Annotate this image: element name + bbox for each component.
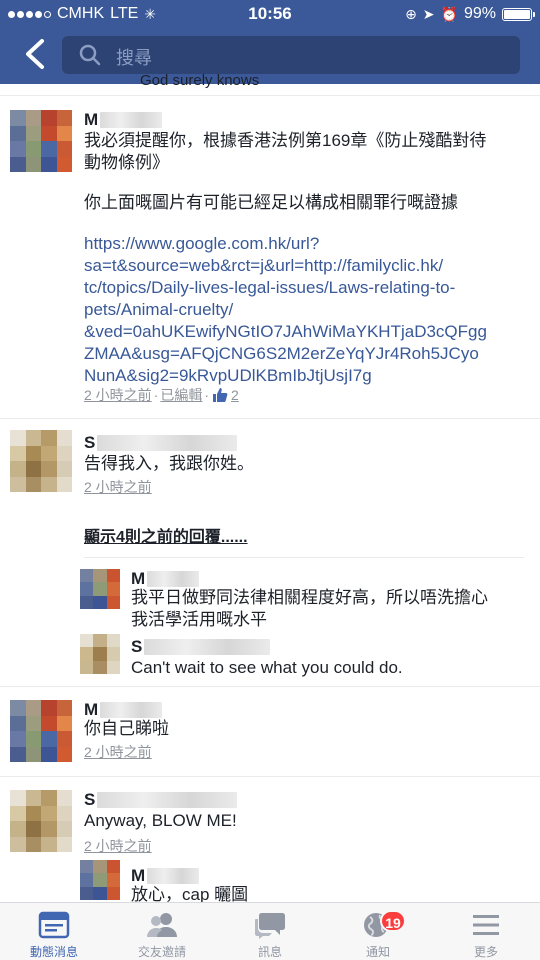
comment-meta: 2 小時之前 <box>84 477 152 497</box>
tab-news-feed[interactable]: 動態消息 <box>0 903 108 960</box>
tab-label: 動態消息 <box>29 945 78 959</box>
timestamp[interactable]: 2 小時之前 <box>84 477 152 497</box>
search-placeholder: 搜尋 <box>116 48 152 68</box>
comment-text: 你自己睇啦 <box>84 719 169 738</box>
back-chevron-icon[interactable] <box>22 38 48 70</box>
menu-icon <box>473 915 499 935</box>
comment-text: 你上面嘅圖片有可能已經足以構成相關罪行嘅證據 <box>84 193 458 212</box>
news-feed-icon <box>38 911 70 939</box>
commenter-name[interactable]: M <box>84 110 163 130</box>
comment-meta: 2 小時之前 <box>84 836 152 856</box>
tab-label: 訊息 <box>257 945 282 959</box>
tab-messages[interactable]: 訊息 <box>216 903 324 960</box>
search-input[interactable]: 搜尋 <box>62 36 520 74</box>
avatar[interactable] <box>80 634 120 674</box>
commenter-name[interactable]: S <box>84 790 238 810</box>
reply-author-name[interactable]: S <box>131 637 271 657</box>
comment-text: 告得我入，我跟你姓。 <box>84 454 254 473</box>
comment-text: 我必須提醒你，根據香港法例第169章《防止殘酷對待 動物條例》 <box>84 131 487 172</box>
timestamp[interactable]: 2 小時之前 <box>84 742 152 762</box>
edited-label[interactable]: 已編輯 <box>160 385 202 405</box>
location-icon: ➤ <box>422 5 435 22</box>
reply-text: Can't wait to see what you could do. <box>131 658 403 677</box>
avatar[interactable] <box>80 569 120 609</box>
avatar[interactable] <box>10 110 72 172</box>
friend-requests-icon <box>147 913 177 937</box>
reply-author-name[interactable]: M <box>131 569 200 589</box>
orientation-lock-icon: ⊕ <box>405 5 417 22</box>
tab-label: 更多 <box>473 945 498 959</box>
tab-label: 通知 <box>365 945 390 959</box>
like-count[interactable]: 2 <box>231 387 239 403</box>
avatar[interactable] <box>10 790 72 852</box>
status-bar: CMHK LTE ✳ 10:56 ⊕ ➤ ⏰ 99% <box>0 0 540 30</box>
tab-friend-requests[interactable]: 交友邀請 <box>108 903 216 960</box>
comment-meta: 2 小時之前 <box>84 742 152 762</box>
reply-author-name[interactable]: M <box>131 866 200 886</box>
tab-label: 交友邀請 <box>137 945 186 959</box>
cutoff-comment-text: God surely knows <box>140 72 260 89</box>
avatar[interactable] <box>80 860 120 900</box>
tab-notifications[interactable]: 19 通知 <box>324 903 432 960</box>
comment-meta: 2 小時之前 · 已編輯 · 2 <box>84 385 239 405</box>
reply-text: 我平日做野同法律相關程度好高，所以唔洗擔心 我活學活用嘅水平 <box>131 588 488 629</box>
top-bar: CMHK LTE ✳ 10:56 ⊕ ➤ ⏰ 99% 搜尋 <box>0 0 540 84</box>
like-thumb-icon[interactable] <box>211 386 229 404</box>
battery-percent: 99% <box>463 5 496 22</box>
bottom-tab-bar: 動態消息 交友邀請 訊息 19 通知 更多 <box>0 902 540 960</box>
notification-badge: 19 <box>380 910 406 932</box>
commenter-name[interactable]: S <box>84 433 238 453</box>
commenter-name[interactable]: M <box>84 700 163 720</box>
avatar[interactable] <box>10 700 72 762</box>
comment-link[interactable]: https://www.google.com.hk/url? sa=t&sour… <box>84 233 534 387</box>
alarm-icon: ⏰ <box>440 5 458 22</box>
comment-text: Anyway, BLOW ME! <box>84 811 237 830</box>
view-previous-replies-link[interactable]: 顯示4則之前的回覆...... <box>84 523 248 547</box>
tab-more[interactable]: 更多 <box>432 903 540 960</box>
avatar[interactable] <box>10 430 72 492</box>
search-icon <box>79 44 101 66</box>
timestamp[interactable]: 2 小時之前 <box>84 836 152 856</box>
timestamp[interactable]: 2 小時之前 <box>84 385 152 405</box>
battery-icon <box>502 7 535 21</box>
messages-icon <box>255 913 285 939</box>
